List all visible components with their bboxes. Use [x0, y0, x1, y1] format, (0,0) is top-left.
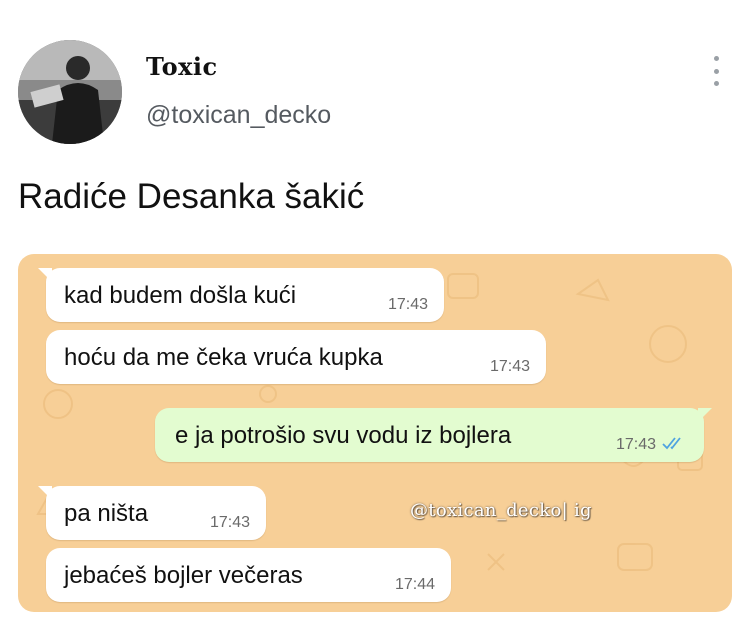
double-check-icon [662, 437, 681, 450]
message-bubble-incoming[interactable]: jebaćeš bojler večeras 17:44 [46, 548, 451, 602]
message-text: e ja potrošio svu vodu iz bojlera [175, 422, 512, 449]
avatar[interactable] [18, 40, 122, 144]
message-text: hoću da me čeka vruća kupka [64, 344, 383, 371]
watermark: @toxican_decko| ig [410, 500, 592, 521]
chat-screenshot: kad budem došla kući 17:43 hoću da me če… [18, 254, 732, 612]
bubble-tail [38, 486, 52, 500]
message-bubble-outgoing[interactable]: e ja potrošio svu vodu iz bojlera 17:43 [155, 408, 712, 462]
message-text: jebaćeš bojler večeras [64, 562, 303, 589]
bubble-tail [38, 268, 52, 282]
avatar-photo [18, 40, 122, 144]
bubble-tail [698, 408, 712, 422]
message-time: 17:43 [209, 514, 250, 531]
author-display-name[interactable]: Toxic [146, 52, 218, 81]
message-bubble-incoming[interactable]: kad budem došla kući 17:43 [38, 268, 444, 322]
message-time: 17:43 [615, 436, 656, 453]
message-text: pa ništa [64, 500, 149, 527]
tweet-text: Radiće Desanka šakić [18, 177, 365, 216]
message-bubble-incoming[interactable]: pa ništa 17:43 [38, 486, 266, 540]
message-time: 17:43 [489, 358, 530, 375]
more-options-icon[interactable] [706, 56, 726, 86]
message-bubble-incoming[interactable]: hoću da me čeka vruća kupka 17:43 [46, 330, 546, 384]
author-handle[interactable]: @toxican_decko [146, 101, 331, 130]
message-time: 17:43 [387, 296, 428, 313]
message-time: 17:44 [394, 576, 435, 593]
message-text: kad budem došla kući [64, 282, 297, 309]
tweet-card: Toxic @toxican_decko Radiće Desanka šaki… [0, 0, 746, 625]
